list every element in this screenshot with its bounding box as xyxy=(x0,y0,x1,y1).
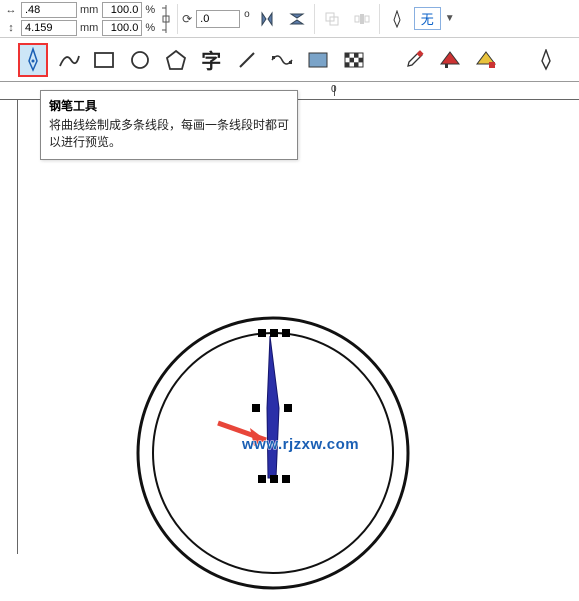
lock-aspect-icon[interactable] xyxy=(159,2,173,36)
mirror-vertical-button[interactable] xyxy=(284,6,310,32)
tooltip-body: 将曲线绘制成多条线段，每画一条线段时都可以进行预览。 xyxy=(49,117,289,151)
scale-y-input[interactable] xyxy=(102,20,142,36)
mirror-horizontal-button[interactable] xyxy=(254,6,280,32)
selection-handle[interactable] xyxy=(284,404,292,412)
outline-pen-button[interactable] xyxy=(384,6,410,32)
shaping-button xyxy=(319,6,345,32)
divider xyxy=(379,4,380,34)
text-glyph: 字 xyxy=(201,45,221,74)
selection-handle[interactable] xyxy=(270,329,278,337)
ruler-tick-0: 0 xyxy=(331,84,337,95)
tool-tooltip: 钢笔工具 将曲线绘制成多条线段，每画一条线段时都可以进行预览。 xyxy=(40,90,298,160)
height-unit: mm xyxy=(80,22,98,34)
distribute-button xyxy=(349,6,375,32)
height-icon: ↕ xyxy=(4,22,18,34)
dimension-fields: ↔ mm ↕ mm xyxy=(4,2,98,36)
tooltip-title: 钢笔工具 xyxy=(49,97,289,114)
rotation-section: ⟳ o xyxy=(182,10,250,28)
drawing-object[interactable] xyxy=(128,308,418,598)
rectangle-tool-button[interactable] xyxy=(90,43,120,77)
width-input[interactable] xyxy=(21,2,77,18)
interactive-fill-button[interactable] xyxy=(435,43,465,77)
selection-handle[interactable] xyxy=(258,329,266,337)
rotate-icon: ⟳ xyxy=(182,12,192,26)
dropdown-arrow-icon[interactable]: ▼ xyxy=(445,13,455,24)
scale-x-unit: % xyxy=(145,4,155,16)
scale-y-unit: % xyxy=(145,22,155,34)
selection-handle[interactable] xyxy=(282,475,290,483)
divider xyxy=(314,4,315,34)
smart-fill-button[interactable] xyxy=(471,43,501,77)
height-input[interactable] xyxy=(21,20,77,36)
vertical-ruler[interactable] xyxy=(0,100,18,554)
freehand-tool-button[interactable] xyxy=(232,43,262,77)
scale-x-input[interactable] xyxy=(102,2,142,18)
selection-handle[interactable] xyxy=(282,329,290,337)
width-icon: ↔ xyxy=(4,4,18,16)
toolbox: 字 xyxy=(0,38,579,82)
options-bar: ↔ mm ↕ mm % % ⟳ o xyxy=(0,0,579,38)
transparency-button[interactable] xyxy=(339,43,369,77)
scale-fields: % % xyxy=(102,2,155,36)
angle-input[interactable] xyxy=(196,10,240,28)
polygon-tool-button[interactable] xyxy=(161,43,191,77)
canvas[interactable] xyxy=(18,100,579,554)
watermark-text: www.rjzxw.com xyxy=(242,436,359,453)
selection-handle[interactable] xyxy=(258,475,266,483)
fill-rectangle-button[interactable] xyxy=(303,43,333,77)
selection-handle[interactable] xyxy=(270,475,278,483)
selection-handle[interactable] xyxy=(252,404,260,412)
stroke-width-display[interactable]: 无 xyxy=(414,7,441,30)
degree-symbol: o xyxy=(244,9,250,20)
artistic-media-button[interactable] xyxy=(268,43,298,77)
width-unit: mm xyxy=(80,4,98,16)
divider xyxy=(177,4,178,34)
ellipse-tool-button[interactable] xyxy=(125,43,155,77)
eyedropper-tool-button[interactable] xyxy=(400,43,430,77)
text-tool-button[interactable]: 字 xyxy=(196,43,226,77)
bezier-tool-button[interactable] xyxy=(54,43,84,77)
pen-tool-button[interactable] xyxy=(18,43,48,77)
outline-pen-tool-button[interactable] xyxy=(531,43,561,77)
